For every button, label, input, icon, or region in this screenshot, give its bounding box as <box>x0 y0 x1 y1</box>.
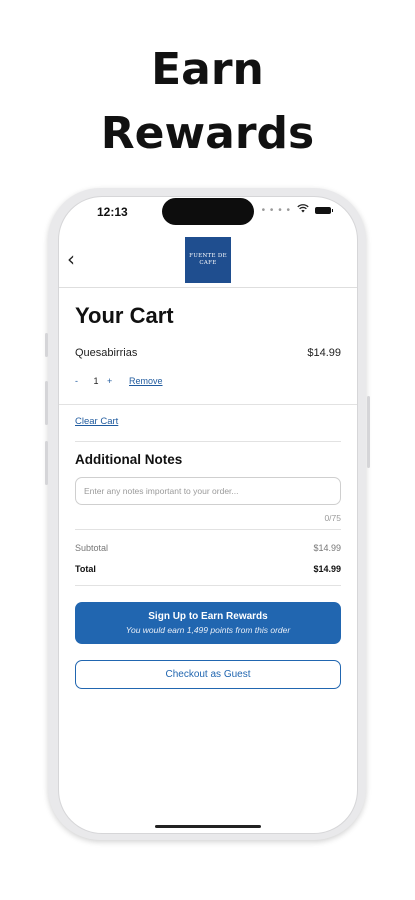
checkout-guest-button[interactable]: Checkout as Guest <box>75 660 341 689</box>
logo-line-1: FUENTE DE <box>189 253 227 259</box>
cart-item-price: $14.99 <box>307 347 341 359</box>
headline-line-2: Rewards <box>100 108 315 159</box>
increment-button[interactable]: + <box>107 376 117 386</box>
notes-input[interactable] <box>75 477 341 505</box>
clear-cart-link[interactable]: Clear Cart <box>75 416 118 427</box>
quantity-value: 1 <box>93 376 99 386</box>
status-icons: • • • • <box>261 204 333 216</box>
phone-screen: 12:13 • • • • ‹ FUENTE DE CAFE Your Cart… <box>58 196 358 834</box>
battery-icon <box>315 206 333 214</box>
volume-up-button <box>45 381 48 425</box>
subtotal-value: $14.99 <box>313 543 341 553</box>
rewards-points-text: You would earn 1,499 points from this or… <box>125 625 291 635</box>
signal-icon: • • • • <box>261 204 291 216</box>
sign-up-rewards-button[interactable]: Sign Up to Earn Rewards You would earn 1… <box>75 602 341 644</box>
divider <box>59 404 357 405</box>
subtotal-label: Subtotal <box>75 543 109 553</box>
divider <box>75 441 341 442</box>
nav-divider <box>59 287 357 288</box>
wifi-icon <box>297 204 309 216</box>
dynamic-island <box>162 198 254 225</box>
logo-line-2: CAFE <box>199 260 217 266</box>
divider <box>75 529 341 530</box>
back-icon[interactable]: ‹ <box>67 247 75 271</box>
rewards-button-title: Sign Up to Earn Rewards <box>148 611 268 622</box>
headline-line-1: Earn <box>151 44 264 95</box>
page-title: Your Cart <box>75 303 174 328</box>
quantity-stepper: - 1 + Remove <box>75 376 163 386</box>
remove-item-link[interactable]: Remove <box>129 376 163 386</box>
home-indicator <box>155 825 261 828</box>
volume-down-button <box>45 441 48 485</box>
status-time: 12:13 <box>97 205 128 219</box>
divider <box>75 585 341 586</box>
restaurant-logo: FUENTE DE CAFE <box>185 237 231 283</box>
power-button <box>367 396 370 468</box>
notes-heading: Additional Notes <box>75 452 183 467</box>
cart-item-name: Quesabirrias <box>75 347 138 359</box>
decrement-button[interactable]: - <box>75 376 85 386</box>
notes-char-counter: 0/75 <box>324 513 341 523</box>
promo-headline: Earn Rewards <box>0 38 415 166</box>
mute-switch <box>45 333 48 357</box>
total-label: Total <box>75 564 96 574</box>
total-value: $14.99 <box>313 564 341 574</box>
